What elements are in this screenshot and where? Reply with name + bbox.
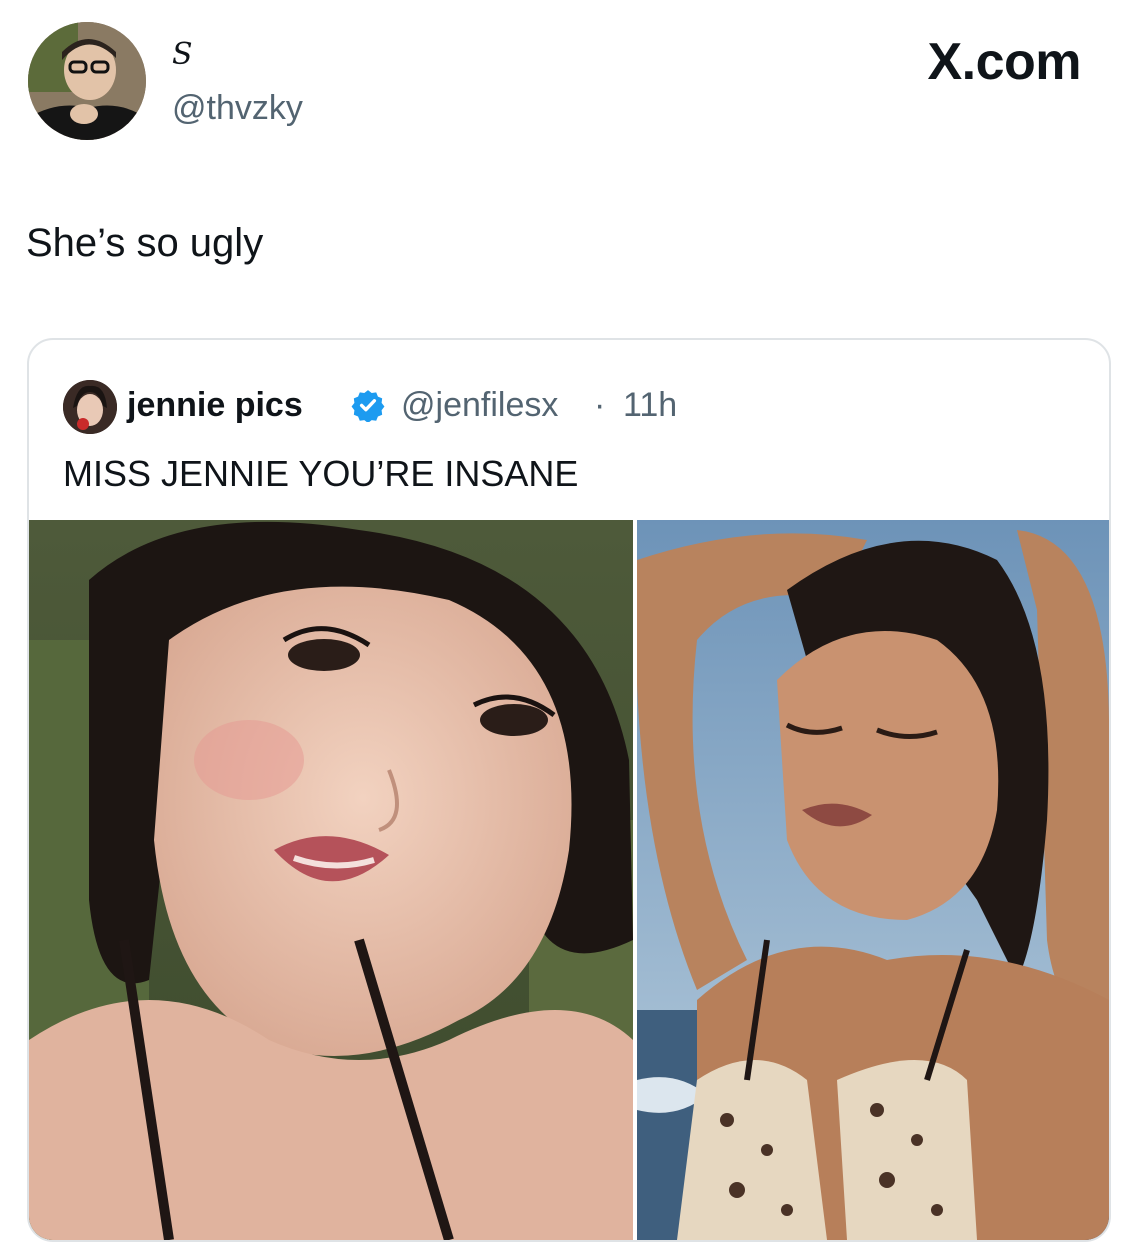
user-handle[interactable]: @thvzky (172, 88, 303, 128)
quoted-post-card[interactable]: jennie pics @jenfilesx · 11h MISS JENNIE… (27, 338, 1111, 1242)
quoted-display-name[interactable]: jennie pics (127, 384, 303, 426)
verified-badge-icon (351, 390, 385, 422)
photo-closeup-portrait (29, 520, 633, 1240)
quoted-avatar-photo (63, 380, 117, 434)
user-avatar[interactable] (28, 22, 146, 140)
post-timestamp[interactable]: 11h (623, 384, 677, 426)
photo-beach-portrait (637, 520, 1109, 1240)
media-photo-left[interactable] (29, 520, 633, 1240)
x-com-brand: X.com (927, 33, 1081, 91)
separator-dot: · (594, 386, 606, 424)
display-name[interactable]: 𝑆 (172, 38, 193, 72)
user-avatar-photo (28, 22, 146, 140)
media-photo-right[interactable] (637, 520, 1109, 1240)
post-text: She’s so ugly (26, 221, 264, 265)
quoted-avatar[interactable] (63, 380, 117, 434)
quoted-handle[interactable]: @jenfilesx (401, 384, 558, 426)
quoted-post-text: MISS JENNIE YOU’RE INSANE (63, 453, 579, 494)
